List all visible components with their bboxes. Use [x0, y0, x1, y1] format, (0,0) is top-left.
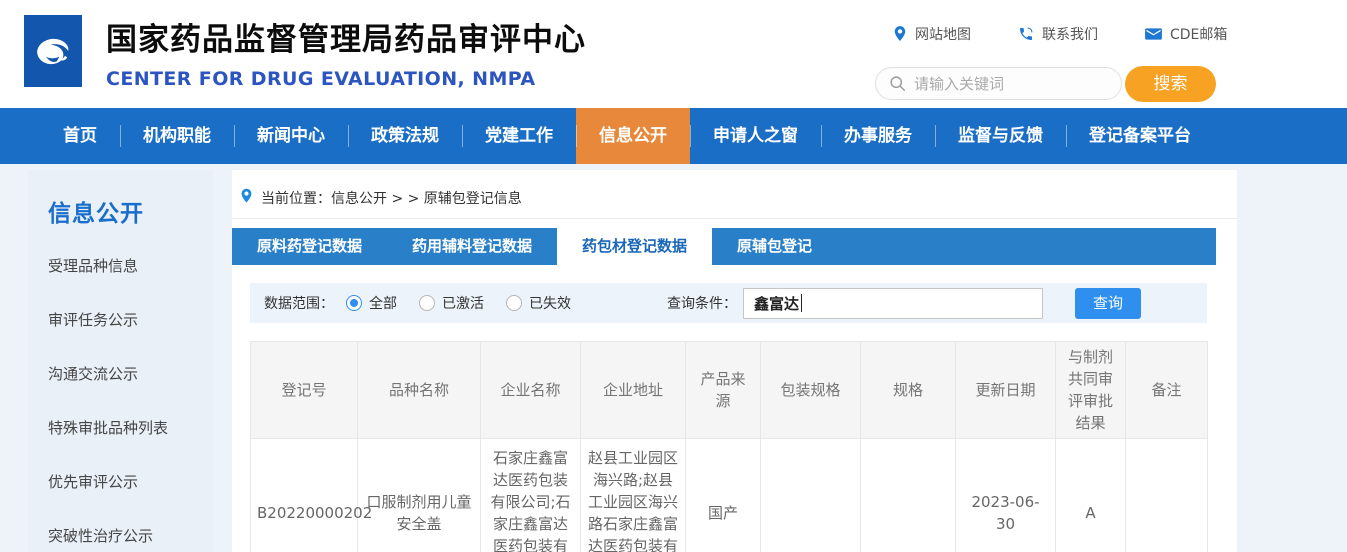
sidebar-item-breakthrough-therapy[interactable]: 突破性治疗公示 — [48, 525, 213, 546]
cde-mail-link[interactable]: CDE邮箱 — [1145, 24, 1227, 44]
col-header-product-origin: 产品来源 — [686, 342, 761, 439]
filter-bar: 数据范围： 全部 已激活 已失效 查询条件： 鑫富达 查询 — [250, 283, 1207, 323]
col-header-spec: 规格 — [861, 342, 956, 439]
tab-bar: 原料药登记数据 药用辅料登记数据 药包材登记数据 原辅包登记 — [232, 228, 1216, 265]
text-cursor — [801, 294, 802, 312]
site-title-block: 国家药品监督管理局药品审评中心 CENTER FOR DRUG EVALUATI… — [106, 14, 586, 90]
site-title: 国家药品监督管理局药品审评中心 — [106, 14, 586, 59]
radio-option-all[interactable]: 全部 — [346, 293, 397, 313]
cell-registration-no: B20220000202 — [251, 439, 358, 552]
cell-company-name: 石家庄鑫富达医药包装有限公司;石家庄鑫富达医药包装有限公司 — [481, 439, 581, 552]
tab-apief-registration[interactable]: 原辅包登记 — [712, 228, 837, 265]
sidebar-title: 信息公开 — [48, 194, 213, 228]
page-header: 国家药品监督管理局药品审评中心 CENTER FOR DRUG EVALUATI… — [0, 0, 1347, 108]
col-header-joint-review-result: 与制剂共同审评审批结果 — [1056, 342, 1126, 439]
sitemap-link-label: 网站地图 — [915, 24, 971, 44]
nav-item-registration-platform[interactable]: 登记备案平台 — [1066, 108, 1214, 164]
search-icon — [889, 75, 906, 92]
site-subtitle: CENTER FOR DRUG EVALUATION, NMPA — [106, 68, 586, 90]
cell-product-name: 口服制剂用儿童安全盖 — [358, 439, 481, 552]
search-placeholder: 请输入关键词 — [914, 73, 1004, 94]
col-header-product-name: 品种名称 — [358, 342, 481, 439]
query-condition-value: 鑫富达 — [754, 293, 799, 314]
cell-packaging-spec — [761, 439, 861, 552]
col-header-registration-no: 登记号 — [251, 342, 358, 439]
header-quick-links: 网站地图 联系我们 CDE邮箱 — [893, 24, 1227, 44]
data-scope-label: 数据范围： — [264, 293, 334, 313]
cell-joint-review-result: A — [1056, 439, 1126, 552]
nav-item-policies[interactable]: 政策法规 — [348, 108, 462, 164]
nav-item-applicant-window[interactable]: 申请人之窗 — [690, 108, 821, 164]
nav-item-supervision-feedback[interactable]: 监督与反馈 — [935, 108, 1066, 164]
cde-mail-link-label: CDE邮箱 — [1170, 24, 1227, 44]
location-pin-icon — [893, 26, 907, 42]
query-button[interactable]: 查询 — [1075, 288, 1141, 319]
radio-option-activated[interactable]: 已激活 — [419, 293, 484, 313]
nav-item-functions[interactable]: 机构职能 — [120, 108, 234, 164]
radio-checked-icon[interactable] — [346, 295, 362, 311]
radio-option-expired[interactable]: 已失效 — [506, 293, 571, 313]
main-panel: 当前位置：信息公开 > > 原辅包登记信息 原料药登记数据 药用辅料登记数据 药… — [232, 170, 1237, 552]
site-search-input[interactable]: 请输入关键词 — [875, 67, 1122, 100]
sidebar-item-communication[interactable]: 沟通交流公示 — [48, 363, 213, 384]
breadcrumb-label: 当前位置：信息公开 > > 原辅包登记信息 — [261, 188, 522, 208]
col-header-company-address: 企业地址 — [581, 342, 686, 439]
sitemap-link[interactable]: 网站地图 — [893, 24, 971, 44]
table-row: B20220000202 口服制剂用儿童安全盖 石家庄鑫富达医药包装有限公司;石… — [251, 439, 1208, 552]
nav-item-news[interactable]: 新闻中心 — [234, 108, 348, 164]
cell-remark — [1126, 439, 1208, 552]
col-header-company-name: 企业名称 — [481, 342, 581, 439]
sidebar-item-priority-review[interactable]: 优先审评公示 — [48, 471, 213, 492]
cell-product-origin: 国产 — [686, 439, 761, 552]
main-nav: 首页 机构职能 新闻中心 政策法规 党建工作 信息公开 申请人之窗 办事服务 监… — [0, 108, 1347, 164]
mail-icon — [1145, 27, 1162, 41]
registration-data-table: 登记号 品种名称 企业名称 企业地址 产品来源 包装规格 规格 更新日期 与制剂… — [250, 341, 1208, 552]
sidebar-item-special-approval[interactable]: 特殊审批品种列表 — [48, 417, 213, 438]
tab-packaging-registration-data[interactable]: 药包材登记数据 — [557, 228, 712, 265]
radio-option-all-label: 全部 — [369, 293, 397, 313]
sidebar: 信息公开 受理品种信息 审评任务公示 沟通交流公示 特殊审批品种列表 优先审评公… — [28, 170, 213, 552]
phone-icon — [1018, 26, 1034, 42]
tab-api-registration-data[interactable]: 原料药登记数据 — [232, 228, 387, 265]
contact-us-link-label: 联系我们 — [1042, 24, 1098, 44]
query-condition-label: 查询条件： — [667, 293, 737, 313]
tab-excipient-registration-data[interactable]: 药用辅料登记数据 — [387, 228, 557, 265]
sidebar-item-accepted-varieties[interactable]: 受理品种信息 — [48, 255, 213, 276]
cell-company-address: 赵县工业园区海兴路;赵县工业园区海兴路石家庄鑫富达医药包装有限公司一车间 — [581, 439, 686, 552]
nav-item-info-disclosure[interactable]: 信息公开 — [576, 108, 690, 164]
radio-unchecked-icon[interactable] — [506, 295, 522, 311]
contact-us-link[interactable]: 联系我们 — [1018, 24, 1098, 44]
nav-item-party[interactable]: 党建工作 — [462, 108, 576, 164]
location-pin-icon — [240, 188, 253, 204]
cell-spec — [861, 439, 956, 552]
swan-logo-icon — [30, 28, 76, 74]
cde-logo — [24, 15, 82, 87]
site-search-button[interactable]: 搜索 — [1125, 66, 1216, 102]
col-header-packaging-spec: 包装规格 — [761, 342, 861, 439]
breadcrumb: 当前位置：信息公开 > > 原辅包登记信息 — [232, 170, 1237, 219]
radio-unchecked-icon[interactable] — [419, 295, 435, 311]
cell-update-date: 2023-06-30 — [956, 439, 1056, 552]
nav-item-home[interactable]: 首页 — [40, 108, 120, 164]
col-header-remark: 备注 — [1126, 342, 1208, 439]
query-condition-input[interactable]: 鑫富达 — [743, 288, 1043, 319]
radio-option-expired-label: 已失效 — [529, 293, 571, 313]
radio-option-activated-label: 已激活 — [442, 293, 484, 313]
table-header-row: 登记号 品种名称 企业名称 企业地址 产品来源 包装规格 规格 更新日期 与制剂… — [251, 342, 1208, 439]
col-header-update-date: 更新日期 — [956, 342, 1056, 439]
nav-item-services[interactable]: 办事服务 — [821, 108, 935, 164]
sidebar-item-review-tasks[interactable]: 审评任务公示 — [48, 309, 213, 330]
